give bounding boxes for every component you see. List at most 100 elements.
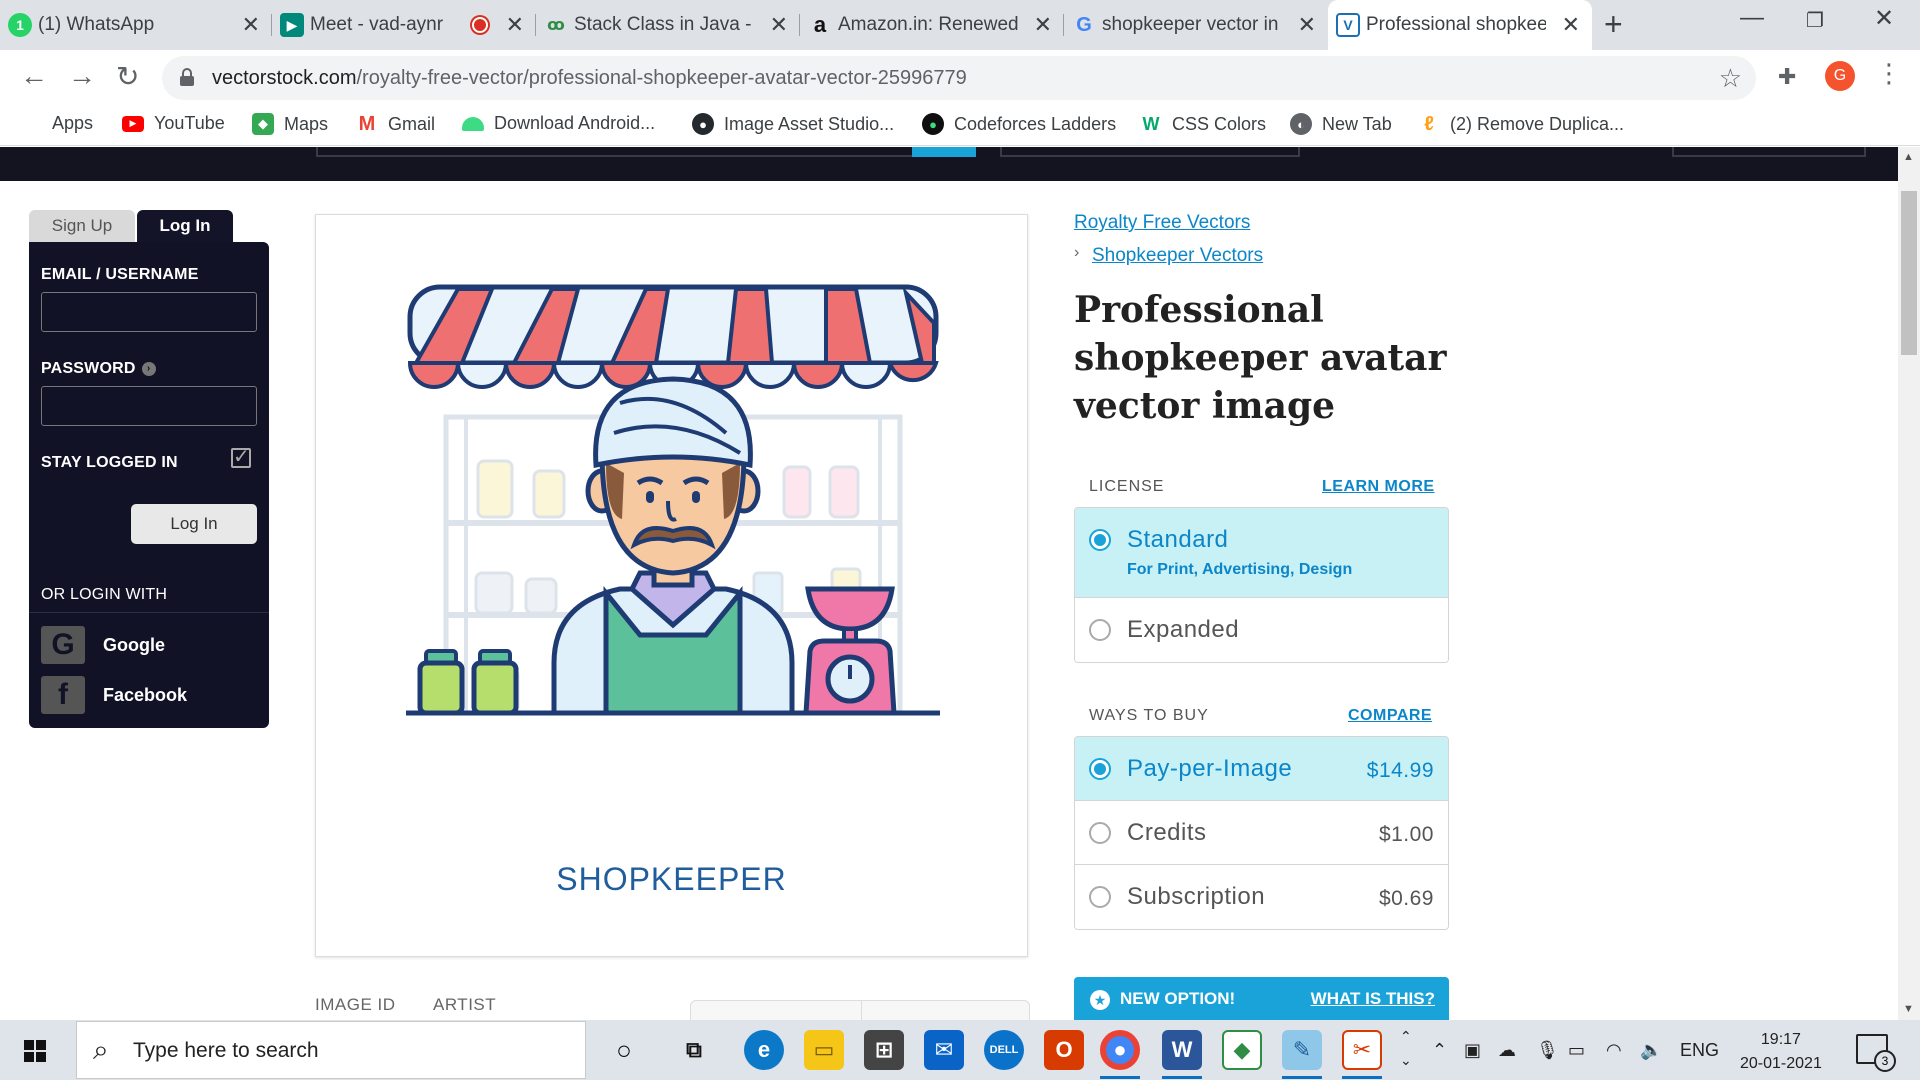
back-arrow-icon[interactable]: ← [20, 60, 48, 92]
close-window-icon[interactable]: ✕ [1874, 4, 1894, 33]
bookmark-gmail[interactable]: M Gmail [356, 113, 435, 135]
email-field[interactable] [41, 292, 257, 332]
license-option-standard[interactable]: Standard For Print, Advertising, Design [1075, 508, 1448, 598]
expanded-radio[interactable] [1089, 619, 1111, 641]
site-search-button-edge[interactable] [912, 147, 976, 157]
compare-link[interactable]: COMPARE [1348, 707, 1432, 725]
bookmark-new-tab[interactable]: ◐ New Tab [1290, 113, 1392, 135]
site-account-edge[interactable] [1672, 147, 1866, 157]
onedrive-icon[interactable]: ☁ [1498, 1040, 1516, 1061]
word-active-indicator [1162, 1076, 1202, 1079]
task-view-icon[interactable]: ⧉ [674, 1030, 714, 1070]
address-bar[interactable]: vectorstock.com/royalty-free-vector/prof… [162, 56, 1756, 100]
purchase-option-pay-per-image[interactable]: Pay-per-Image $14.99 [1075, 737, 1448, 801]
tab-sign-up[interactable]: Sign Up [29, 210, 135, 242]
wifi-icon[interactable]: ◠ [1606, 1040, 1622, 1061]
forward-arrow-icon[interactable]: → [68, 60, 96, 92]
browser-menu-icon[interactable]: ⋮ [1876, 58, 1902, 89]
password-field[interactable] [41, 386, 257, 426]
microsoft-store-icon[interactable]: ⊞ [864, 1030, 904, 1070]
language-indicator[interactable]: ENG [1680, 1040, 1719, 1061]
bookmark-image-asset-studio[interactable]: ● Image Asset Studio... [692, 113, 894, 135]
mail-icon[interactable]: ✉ [924, 1030, 964, 1070]
tab-vectorstock[interactable]: V Professional shopkee ✕ [1328, 0, 1592, 50]
close-tab-icon[interactable]: ✕ [242, 12, 260, 38]
extensions-puzzle-icon[interactable]: ✚ [1778, 64, 1796, 90]
volume-icon[interactable]: 🔈 [1640, 1040, 1662, 1061]
help-icon[interactable]: › [141, 361, 156, 376]
cortana-icon[interactable]: ○ [604, 1030, 644, 1070]
scrollbar-thumb[interactable] [1901, 191, 1917, 355]
facebook-login-button[interactable]: f Facebook [41, 676, 187, 714]
close-tab-icon[interactable]: ✕ [506, 12, 524, 38]
license-option-expanded[interactable]: Expanded [1075, 598, 1448, 662]
tab-stack-class[interactable]: ꝏ Stack Class in Java - ( ✕ [536, 0, 800, 50]
meet-now-icon[interactable]: ▣ [1464, 1040, 1481, 1061]
bookmark-youtube[interactable]: ▶ YouTube [122, 113, 225, 134]
dell-icon[interactable]: DELL [984, 1030, 1024, 1070]
new-tab-button[interactable]: + [1604, 6, 1623, 43]
battery-icon[interactable]: ▭ [1568, 1040, 1585, 1061]
pay-per-image-radio[interactable] [1089, 758, 1111, 780]
notepad-icon[interactable]: ✎ [1282, 1030, 1322, 1070]
bookmark-maps[interactable]: ◆ Maps [252, 113, 328, 135]
purchase-option-credits[interactable]: Credits $1.00 [1075, 801, 1448, 865]
bookmark-star-icon[interactable]: ☆ [1719, 63, 1742, 94]
page-scrollbar[interactable]: ▲ ▼ [1898, 147, 1920, 1020]
tab-google-search[interactable]: G shopkeeper vector in ✕ [1064, 0, 1328, 50]
edge-icon[interactable]: e [744, 1030, 784, 1070]
bookmark-css-colors[interactable]: W CSS Colors [1140, 113, 1267, 135]
standard-radio[interactable] [1089, 529, 1111, 551]
purchase-option-price: $14.99 [1366, 759, 1434, 782]
scroll-up-arrow-icon[interactable]: ▲ [1903, 151, 1914, 163]
facebook-label: Facebook [103, 684, 188, 705]
bookmark-remove-duplicates[interactable]: ℓ (2) Remove Duplica... [1418, 113, 1624, 135]
google-maps-icon: ◆ [252, 113, 274, 135]
google-login-button[interactable]: G Google [41, 626, 165, 664]
bookmark-apps[interactable]: Apps [22, 113, 93, 134]
profile-avatar[interactable]: G [1825, 61, 1855, 91]
word-icon[interactable]: W [1162, 1030, 1202, 1070]
tab-amazon[interactable]: a Amazon.in: Renewed ✕ [800, 0, 1064, 50]
close-tab-icon[interactable]: ✕ [770, 12, 788, 38]
stay-logged-in-checkbox[interactable]: ✓ [231, 447, 251, 468]
site-filter-edge[interactable] [1000, 147, 1300, 157]
file-explorer-icon[interactable]: ▭ [804, 1030, 844, 1070]
bookmark-android[interactable]: Download Android... [462, 113, 655, 134]
like-share-box[interactable] [690, 1000, 1030, 1021]
restore-icon[interactable]: ❐ [1806, 8, 1824, 33]
tab-log-in[interactable]: Log In [137, 210, 233, 242]
breadcrumb-shopkeeper-vectors[interactable]: Shopkeeper Vectors [1092, 245, 1263, 267]
show-hidden-icons-icon[interactable]: ⌃ [1432, 1040, 1447, 1061]
notifications-icon[interactable]: 3 [1856, 1034, 1896, 1072]
credits-radio[interactable] [1089, 822, 1111, 844]
learn-more-link[interactable]: LEARN MORE [1322, 478, 1435, 496]
lock-icon[interactable] [180, 68, 194, 86]
close-tab-icon[interactable]: ✕ [1034, 12, 1052, 38]
windows-start-icon[interactable] [24, 1040, 46, 1062]
subscription-radio[interactable] [1089, 886, 1111, 908]
scroll-down-arrow-icon[interactable]: ▼ [1903, 1003, 1914, 1015]
bookmark-codeforces[interactable]: ● Codeforces Ladders [922, 113, 1116, 135]
vector-preview-card[interactable]: SHOPKEEPER [315, 214, 1028, 957]
what-is-this-link[interactable]: WHAT IS THIS? [1311, 989, 1435, 1009]
vpn-app-icon[interactable]: ◆ [1222, 1030, 1262, 1070]
scroll-tray-icon[interactable]: ⌃ ⌄ [1400, 1024, 1412, 1072]
minimize-icon[interactable]: — [1740, 4, 1764, 32]
office-icon[interactable]: O [1044, 1030, 1084, 1070]
close-tab-icon[interactable]: ✕ [1298, 12, 1316, 38]
microphone-icon[interactable]: 🎙 [1536, 1040, 1559, 1061]
tab-meet[interactable]: ▶ Meet - vad-aynr ✕ [272, 0, 536, 50]
site-search-box-edge[interactable] [316, 147, 976, 157]
taskbar-clock[interactable]: 19:17 20-01-2021 [1740, 1028, 1822, 1076]
chrome-icon[interactable]: ● [1100, 1030, 1140, 1070]
tab-whatsapp[interactable]: 1 (1) WhatsApp ✕ [0, 0, 272, 50]
reload-icon[interactable]: ↻ [116, 60, 139, 93]
login-tabs: Sign Up Log In [29, 210, 269, 242]
breadcrumb-royalty-free-vectors[interactable]: Royalty Free Vectors [1074, 212, 1250, 234]
log-in-button[interactable]: Log In [131, 504, 257, 544]
snipping-tool-icon[interactable]: ✂ [1342, 1030, 1382, 1070]
close-tab-icon[interactable]: ✕ [1562, 12, 1580, 38]
purchase-option-subscription[interactable]: Subscription $0.69 [1075, 865, 1448, 929]
taskbar-search-box[interactable]: ⌕ Type here to search [76, 1021, 586, 1079]
